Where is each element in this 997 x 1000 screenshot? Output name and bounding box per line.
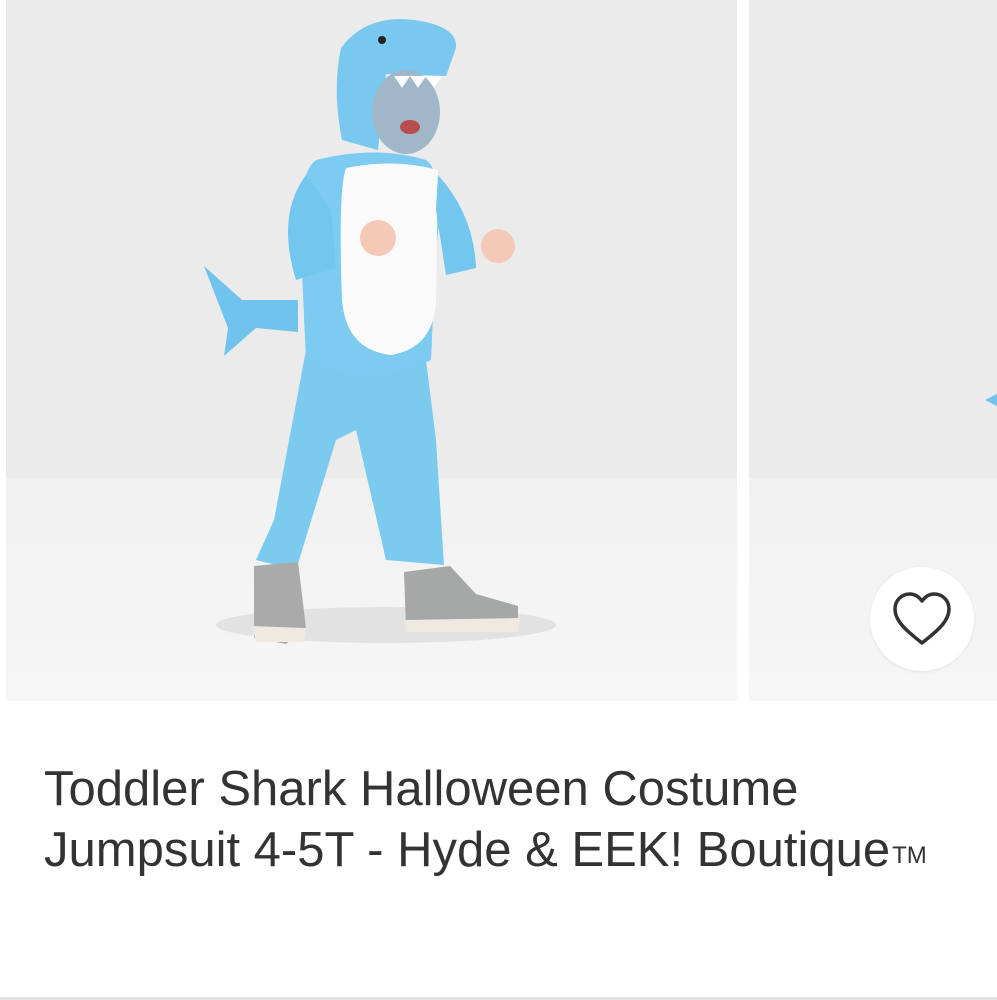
product-image-main[interactable] (6, 0, 737, 701)
trademark-symbol: TM (892, 842, 927, 869)
toddler-shark-costume-photo (204, 19, 556, 644)
favorite-button[interactable] (870, 567, 974, 671)
product-page: Toddler Shark Halloween Costume Jumpsuit… (0, 0, 997, 1000)
product-title: Toddler Shark Halloween Costume Jumpsuit… (44, 759, 964, 886)
product-title-text: Toddler Shark Halloween Costume Jumpsuit… (44, 762, 891, 877)
product-image-carousel[interactable] (0, 0, 997, 701)
heart-outline-icon (893, 592, 951, 645)
